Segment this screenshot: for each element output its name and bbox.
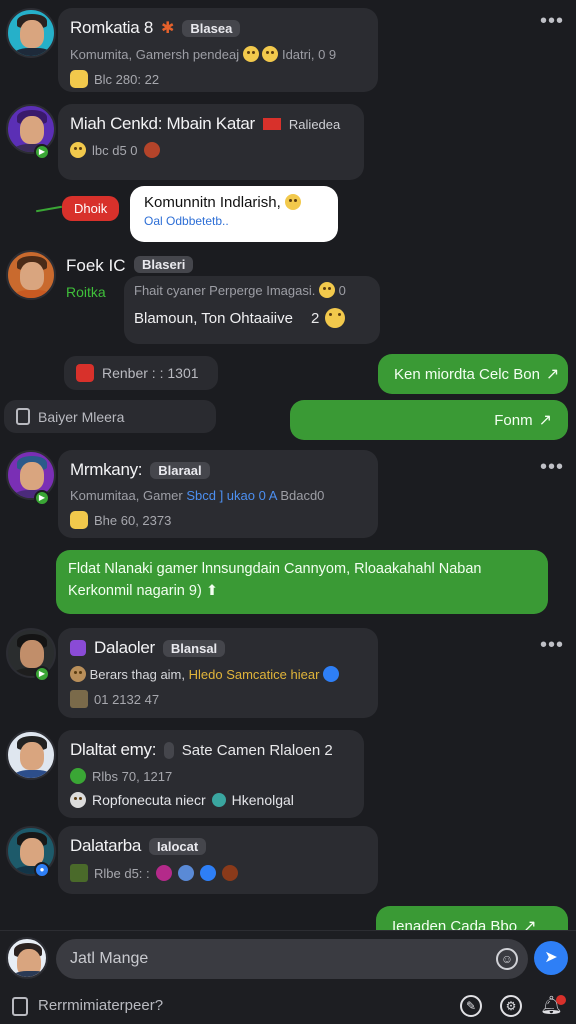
toolbar-label[interactable]: Rerrmimiaterpeer? — [38, 997, 163, 1014]
online-status-icon: ▶ — [34, 490, 50, 506]
message-bubble[interactable]: Mrmkany: Blaraal Komumitaa, Gamer Sbcd ]… — [58, 450, 378, 538]
document-icon[interactable] — [12, 997, 28, 1016]
sender-name[interactable]: Foek IC — [66, 256, 126, 276]
outgoing-message[interactable]: Ken miordta Celc Bon ↗ — [378, 354, 568, 394]
info-pill[interactable]: Renber : : 1301 — [64, 356, 218, 390]
app-icon — [76, 364, 94, 382]
role-tag: Blansal — [162, 639, 226, 657]
alert-pill[interactable]: Dhoik — [62, 196, 120, 221]
reaction-icon — [143, 142, 160, 158]
sender-name[interactable]: Miah Cenkd: Mbain Katar — [70, 114, 255, 134]
smile-emoji-icon — [70, 792, 86, 808]
reaction-icon — [155, 865, 172, 881]
message-meta: Blc 280: 22 — [94, 71, 160, 87]
online-status-icon: ● — [34, 862, 50, 878]
message-subtitle: Fhait cyaner Perperge Imagasi. 0 — [134, 282, 346, 298]
send-button[interactable]: ➤ — [534, 941, 568, 975]
game-icon — [70, 640, 86, 656]
online-status-icon: ▶ — [34, 144, 50, 160]
file-pill[interactable]: Baiyer Mleera — [4, 400, 216, 433]
outgoing-message[interactable]: Ienaden Cada Bbo ↗ — [376, 906, 568, 930]
highlighted-message[interactable]: Komunnitn Indlarish, Oal Odbbetetb.. — [130, 186, 338, 242]
arrow-up-right-icon: ↗ — [538, 412, 552, 429]
sticker-icon — [70, 70, 88, 88]
sender-name[interactable]: Dlaltat emy: — [70, 740, 156, 760]
connector-line — [36, 205, 62, 213]
message-title: Sate Camen Rlaloen 2 — [181, 741, 333, 759]
chat-feed: Romkatia 8 ✱ Blasea Komumita, Gamersh pe… — [0, 0, 576, 930]
user-avatar[interactable] — [6, 937, 48, 979]
outgoing-message[interactable]: Fonm ↗ — [290, 400, 568, 440]
message-meta: Rlbs 70, 1217 — [92, 768, 173, 784]
message-bubble[interactable]: Fhait cyaner Perperge Imagasi. 0 Blamoun… — [124, 276, 380, 344]
role-tag: Ialocat — [149, 837, 207, 855]
message-subtitle: Komumitaa, Gamer Sbcd ] ukao 0 A Bdacd0 — [70, 488, 325, 503]
message-subtitle: Berars thag aim, Hledo Samcatice hiear — [70, 666, 366, 682]
message-input[interactable]: Jatl Mange — [56, 939, 528, 979]
message-meta: Bhe 60, 2373 — [94, 512, 172, 528]
more-options-icon[interactable]: ••• — [540, 456, 564, 479]
smile-emoji-icon — [242, 46, 259, 62]
highlight-text: Komunnitn Indlarish, — [144, 194, 281, 211]
emoji-picker-icon[interactable]: ☺ — [496, 948, 518, 970]
reaction-icon — [221, 865, 238, 881]
notification-badge — [556, 995, 566, 1005]
message-subtitle: Komumita, Gamersh pendeaj Idatri, 0 9 — [70, 46, 337, 62]
divider-tag — [164, 741, 174, 759]
role-tag: Blaseri — [134, 256, 194, 273]
pen-icon[interactable]: ✎ — [460, 995, 482, 1017]
side-label: Roitka — [66, 284, 106, 300]
message-meta: lbc d5 0 — [92, 142, 138, 158]
sticker-icon — [70, 511, 88, 529]
highlight-link[interactable]: Oal Odbbetetb.. — [144, 214, 324, 228]
message-meta: Rlbe d5: : — [94, 865, 150, 881]
settings-icon[interactable]: ⚙ — [500, 995, 522, 1017]
message-bubble[interactable]: Romkatia 8 ✱ Blasea Komumita, Gamersh pe… — [58, 8, 378, 92]
online-status-icon: ▶ — [34, 666, 50, 682]
composer: Jatl Mange ☺ ➤ Rerrmimiaterpeer? ✎ ⚙ 🔔︎ — [0, 930, 576, 1024]
flag-icon — [262, 118, 281, 130]
role-tag: Blaraal — [150, 461, 210, 479]
reaction-icon — [177, 865, 194, 881]
smile-emoji-icon — [70, 666, 86, 682]
sender-name[interactable]: Dalaoler — [94, 638, 155, 658]
smile-emoji-icon — [70, 142, 86, 158]
document-icon — [16, 408, 30, 425]
spark-icon: ✱ — [160, 20, 175, 37]
avatar[interactable] — [6, 250, 56, 300]
smile-emoji-icon — [262, 46, 279, 62]
highlight-link[interactable]: Blamoun, Ton Ohtaaiive — [134, 310, 293, 327]
avatar[interactable] — [6, 730, 56, 780]
role-label: Raliedea — [288, 116, 341, 132]
message-bubble[interactable]: Miah Cenkd: Mbain Katar Raliedea lbc d5 … — [58, 104, 364, 180]
arrow-up-right-icon: ↗ — [523, 918, 537, 930]
tools-icon — [70, 690, 88, 708]
arrow-up-right-icon: ↗ — [545, 366, 560, 383]
message-bubble[interactable]: Dalatarba Ialocat Rlbe d5: : — [58, 826, 378, 894]
sender-name[interactable]: Mrmkany: — [70, 460, 143, 480]
count-value: 2 — [311, 309, 320, 327]
outgoing-message[interactable]: Fldat Nlanaki gamer lnnsungdain Cannyom,… — [56, 550, 548, 614]
leaf-icon — [211, 793, 226, 807]
role-tag: Blasea — [182, 19, 241, 37]
more-options-icon[interactable]: ••• — [540, 10, 564, 33]
reaction-icon — [199, 865, 216, 881]
message-bubble[interactable]: Dlaltat emy: Sate Camen Rlaloen 2 Rlbs 7… — [58, 730, 364, 818]
sender-name[interactable]: Dalatarba — [70, 836, 141, 856]
tools-icon — [70, 864, 88, 882]
smile-emoji-icon — [284, 194, 301, 210]
more-options-icon[interactable]: ••• — [540, 634, 564, 657]
avatar[interactable] — [6, 8, 56, 58]
verified-icon — [323, 666, 340, 682]
check-icon — [70, 768, 86, 784]
smile-emoji-icon — [319, 282, 335, 298]
pin-icon: ⬆ — [205, 583, 218, 599]
message-bubble[interactable]: Dalaoler Blansal Berars thag aim, Hledo … — [58, 628, 378, 718]
bottom-toolbar: Rerrmimiaterpeer? ✎ ⚙ 🔔︎ — [0, 989, 576, 1024]
message-meta: 01 2132 47 — [94, 691, 160, 707]
sender-name[interactable]: Romkatia 8 — [70, 18, 153, 38]
smile-emoji-icon — [325, 308, 346, 328]
